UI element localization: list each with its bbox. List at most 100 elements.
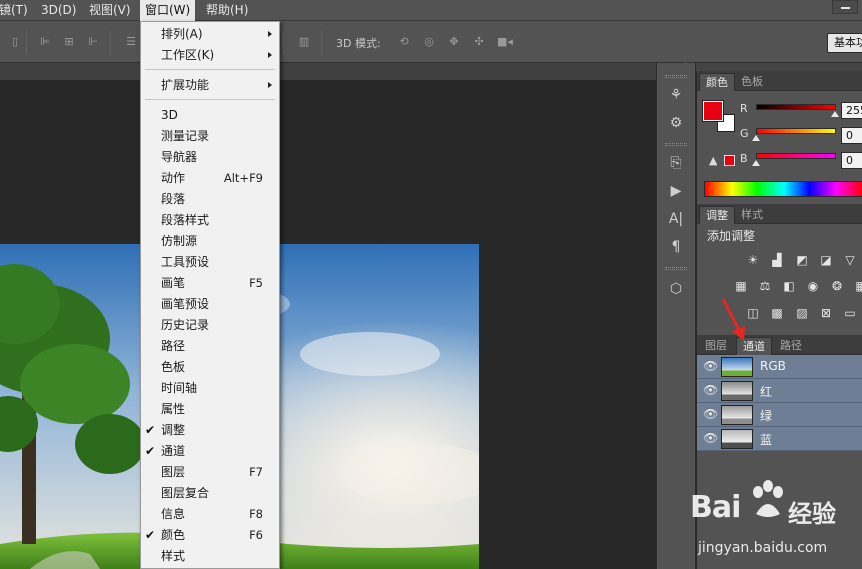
menu-window[interactable]: 窗口(W) — [140, 0, 196, 21]
menu-item-brush[interactable]: 画笔 F5 — [141, 273, 279, 294]
visibility-eye-icon[interactable]: 👁 — [703, 359, 718, 373]
tool-presets-icon[interactable]: ⚙ — [665, 113, 687, 133]
tab-color[interactable]: 颜色 — [699, 73, 735, 91]
r-slider[interactable] — [756, 104, 836, 110]
3d-scale-icon[interactable]: ■◂ — [497, 35, 513, 49]
channel-row-green[interactable]: 👁 绿 — [697, 403, 862, 427]
menu-item-navigator[interactable]: 导航器 — [141, 147, 279, 168]
r-value-field[interactable]: 255 — [841, 102, 862, 119]
menu-item-label: 属性 — [161, 402, 186, 416]
align-edge-icon[interactable]: ▯ — [8, 35, 22, 49]
visibility-eye-icon[interactable]: 👁 — [703, 431, 718, 445]
exposure-icon[interactable]: ◪ — [817, 252, 835, 268]
hue-saturation-icon[interactable]: ▦ — [732, 278, 750, 294]
menu-item-swatches[interactable]: 色板 — [141, 357, 279, 378]
3d-pan-icon[interactable]: ✥ — [447, 35, 461, 49]
character-icon[interactable]: A| — [665, 209, 687, 229]
workspace-button[interactable]: 基本功能 — [827, 33, 862, 53]
menu-item-tool-presets[interactable]: 工具预设 — [141, 252, 279, 273]
menu-item-extensions[interactable]: 扩展功能 — [141, 75, 279, 96]
menu-item-clone-source[interactable]: 仿制源 — [141, 231, 279, 252]
menu-item-timeline[interactable]: 时间轴 — [141, 378, 279, 399]
menu-item-channels[interactable]: ✔ 通道 — [141, 441, 279, 462]
levels-icon[interactable]: ▟ — [768, 252, 786, 268]
menu-item-actions[interactable]: 动作 Alt+F9 — [141, 168, 279, 189]
color-lookup-icon[interactable]: ▦ — [852, 278, 862, 294]
channel-row-blue[interactable]: 👁 蓝 — [697, 427, 862, 451]
channel-thumbnail — [721, 429, 753, 449]
menu-help[interactable]: 帮助(H) — [201, 0, 253, 21]
tab-swatches[interactable]: 色板 — [735, 73, 769, 91]
menu-item-paths[interactable]: 路径 — [141, 336, 279, 357]
tab-paths[interactable]: 路径 — [774, 337, 808, 355]
menu-item-info[interactable]: 信息 F8 — [141, 504, 279, 525]
g-value-field[interactable]: 0 — [841, 127, 862, 144]
tab-adjustments[interactable]: 调整 — [699, 206, 735, 224]
menu-filter[interactable]: 镜(T) — [0, 0, 33, 21]
b-slider[interactable] — [756, 153, 836, 159]
menu-item-shortcut: F6 — [249, 528, 263, 542]
menu-item-3d[interactable]: 3D — [141, 105, 279, 126]
foreground-color-swatch[interactable] — [702, 100, 724, 122]
gamut-swatch[interactable] — [724, 155, 735, 166]
3d-roll-icon[interactable]: ◎ — [422, 35, 436, 49]
posterize-icon[interactable]: ▩ — [768, 305, 786, 321]
g-slider[interactable] — [756, 128, 836, 134]
actions-play-icon[interactable]: ▶ — [665, 181, 687, 201]
b-value-field[interactable]: 0 — [841, 152, 862, 169]
menu-separator — [145, 99, 275, 100]
3d-rotate-icon[interactable]: ⟲ — [397, 35, 411, 49]
menu-item-workspace[interactable]: 工作区(K) — [141, 45, 279, 66]
3d-cube-icon[interactable]: ⬡ — [665, 279, 687, 299]
brush-icon[interactable]: ⚘ — [665, 85, 687, 105]
menu-item-properties[interactable]: 属性 — [141, 399, 279, 420]
r-slider-thumb[interactable] — [831, 111, 839, 117]
gradient-map-icon[interactable]: ▭ — [841, 305, 859, 321]
menu-item-adjustments[interactable]: ✔ 调整 — [141, 420, 279, 441]
channel-row-red[interactable]: 👁 红 — [697, 379, 862, 403]
menu-item-label: 排列(A) — [161, 27, 203, 41]
adjust-panel-tabs: 调整 样式 — [697, 204, 862, 224]
visibility-eye-icon[interactable]: 👁 — [703, 383, 718, 397]
drag-grip[interactable] — [665, 143, 687, 146]
visibility-eye-icon[interactable]: 👁 — [703, 407, 718, 421]
menu-3d[interactable]: 3D(D) — [36, 0, 81, 21]
menu-item-history[interactable]: 历史记录 — [141, 315, 279, 336]
minimize-button[interactable] — [832, 0, 858, 14]
threshold-icon[interactable]: ▨ — [793, 305, 811, 321]
channel-row-rgb[interactable]: 👁 RGB — [697, 355, 862, 379]
menu-item-styles[interactable]: 样式 — [141, 546, 279, 567]
menu-item-paragraph[interactable]: 段落 — [141, 189, 279, 210]
menu-item-color[interactable]: ✔ 颜色 F6 — [141, 525, 279, 546]
brightness-icon[interactable]: ☀ — [744, 252, 762, 268]
menu-item-measurement-log[interactable]: 测量记录 — [141, 126, 279, 147]
align-center-icon[interactable]: ⊞ — [62, 35, 76, 49]
menu-item-layers[interactable]: 图层 F7 — [141, 462, 279, 483]
color-balance-icon[interactable]: ⚖ — [756, 278, 774, 294]
menu-item-brush-presets[interactable]: 画笔预设 — [141, 294, 279, 315]
align-right-icon[interactable]: ⊩ — [86, 35, 100, 49]
b-slider-thumb[interactable] — [752, 160, 760, 166]
color-spectrum-bar[interactable] — [704, 181, 862, 197]
black-white-icon[interactable]: ◧ — [780, 278, 798, 294]
paragraph-icon[interactable]: ¶ — [665, 237, 687, 257]
photo-filter-icon[interactable]: ◉ — [804, 278, 822, 294]
drag-grip[interactable] — [665, 267, 687, 270]
curves-icon[interactable]: ◩ — [793, 252, 811, 268]
align-left-icon[interactable]: ⊫ — [38, 35, 52, 49]
tab-styles[interactable]: 样式 — [735, 206, 769, 224]
history-icon[interactable]: ⎘ — [665, 153, 687, 173]
menu-item-layer-comps[interactable]: 图层复合 — [141, 483, 279, 504]
menu-view[interactable]: 视图(V) — [84, 0, 136, 21]
vibrance-icon[interactable]: ▽ — [841, 252, 859, 268]
auto-align-icon[interactable]: ▥ — [297, 35, 311, 49]
drag-grip[interactable] — [665, 75, 687, 78]
selective-color-icon[interactable]: ⊠ — [817, 305, 835, 321]
3d-slide-icon[interactable]: ✣ — [472, 35, 486, 49]
channel-mixer-icon[interactable]: ❂ — [828, 278, 846, 294]
g-slider-thumb[interactable] — [752, 135, 760, 141]
menu-item-paragraph-styles[interactable]: 段落样式 — [141, 210, 279, 231]
submenu-arrow-icon — [268, 31, 272, 37]
menu-item-arrange[interactable]: 排列(A) — [141, 24, 279, 45]
distribute-icon[interactable]: ☰ — [124, 35, 138, 49]
